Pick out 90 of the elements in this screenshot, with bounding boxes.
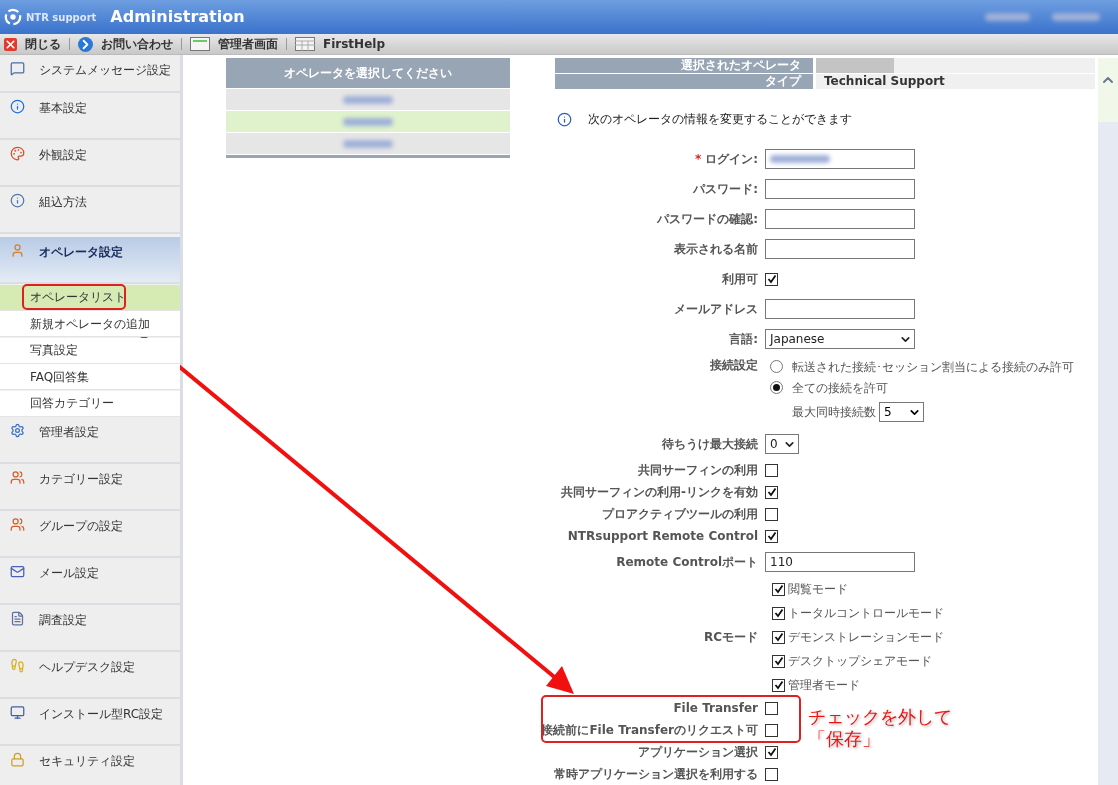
field-label: NTRsupport Remote Control <box>567 528 758 545</box>
text-field[interactable]: 110 <box>765 552 915 572</box>
checkbox-label: デモンストレーションモード <box>788 629 944 646</box>
app-title: Administration <box>110 6 245 28</box>
text-field[interactable] <box>765 149 915 169</box>
table-icon <box>295 37 315 51</box>
annotation-text: チェックを外して 「保存」 <box>808 706 952 750</box>
checkbox[interactable] <box>772 654 785 668</box>
sidebar-icon <box>10 563 25 579</box>
sidebar-icon <box>10 610 25 626</box>
text-field[interactable] <box>765 179 915 199</box>
checkbox[interactable] <box>772 582 785 596</box>
checkbox[interactable] <box>765 723 778 737</box>
field-label: プロアクティブツールの利用 <box>602 506 758 523</box>
sidebar-item[interactable]: オペレータ設定 <box>0 237 180 284</box>
select-field[interactable]: 5 <box>879 402 924 422</box>
field-label: パスワード: <box>693 181 758 198</box>
radio-label: 全ての接続を許可 <box>792 379 888 397</box>
checkbox[interactable] <box>765 463 778 477</box>
blurred-name <box>343 117 393 126</box>
select-field[interactable]: Japanese <box>765 329 915 349</box>
submenu-item[interactable]: 新規オペレータの追加 <box>0 311 180 337</box>
submenu-item[interactable]: オペレータリスト <box>0 284 180 311</box>
checkbox-label: デスクトップシェアモード <box>788 653 932 670</box>
radio-button[interactable] <box>770 381 783 394</box>
field-label: アプリケーション選択 <box>638 744 758 761</box>
sidebar-icon <box>10 99 25 114</box>
toolbar-button[interactable]: FirstHelp <box>295 35 385 53</box>
info-value: Technical Support <box>816 74 1095 89</box>
checkbox[interactable] <box>765 529 778 543</box>
text-field[interactable] <box>765 209 915 229</box>
window-icon <box>190 37 210 51</box>
checkbox[interactable] <box>765 485 778 499</box>
toolbar-button[interactable]: お問い合わせ <box>78 35 173 53</box>
field-label: 共同サーフィンの利用-リンクを有効 <box>561 484 758 501</box>
checkbox[interactable] <box>765 507 778 521</box>
submenu-item[interactable]: 写真設定 <box>0 337 180 364</box>
checkbox[interactable] <box>772 678 785 692</box>
text-field[interactable] <box>765 299 915 319</box>
info-label: 選択されたオペレータ <box>555 58 813 73</box>
field-label: Remote Controlポート <box>616 554 758 571</box>
checkbox-label: 閲覧モード <box>788 581 848 598</box>
sidebar-icon <box>10 193 25 208</box>
info-icon <box>557 111 572 127</box>
sidebar-icon <box>10 516 25 532</box>
text-field[interactable] <box>765 239 915 259</box>
field-label: メールアドレス <box>674 301 758 318</box>
toolbar-button[interactable]: 管理者画面 <box>190 35 278 53</box>
checkbox[interactable] <box>772 606 785 620</box>
blurred-name <box>343 139 393 148</box>
field-label: 接続設定 <box>710 357 758 374</box>
radio-button[interactable] <box>770 360 783 373</box>
sidebar-icon <box>10 422 25 438</box>
field-label: 利用可 <box>722 271 758 288</box>
submenu-item[interactable]: FAQ回答集 <box>0 364 180 390</box>
blurred-name <box>343 95 393 104</box>
checkbox-label: 管理者モード <box>788 677 860 694</box>
field-label: 言語: <box>729 331 758 348</box>
radio-label: 転送された接続･セッション割当による接続のみ許可 <box>792 358 1074 376</box>
logo-icon <box>4 8 22 26</box>
field-label: RCモード <box>703 629 758 646</box>
field-label: File Transfer <box>673 700 758 717</box>
field-label: 常時アプリケーション選択を利用する <box>554 766 758 783</box>
list-header: オペレータを選択してください <box>226 58 510 88</box>
sidebar-icon <box>10 146 25 161</box>
checkbox[interactable] <box>765 272 778 286</box>
logo-text: NTR support <box>26 10 97 25</box>
select-field[interactable]: 0 <box>765 434 799 454</box>
field-label: 待ちうけ最大接続 <box>662 436 758 453</box>
field-label: パスワードの確認: <box>657 211 758 228</box>
sidebar-icon <box>10 751 25 767</box>
checkbox[interactable] <box>765 767 778 781</box>
sidebar-icon <box>10 469 25 485</box>
field-label: 共同サーフィンの利用 <box>638 462 758 479</box>
sidebar-icon <box>10 243 25 258</box>
checkbox[interactable] <box>765 745 778 759</box>
sidebar-icon <box>10 61 25 76</box>
field-label: * ログイン: <box>694 151 758 168</box>
info-label: タイプ <box>555 74 813 89</box>
close-icon <box>4 37 17 51</box>
submenu-item[interactable]: 回答カテゴリー <box>0 390 180 417</box>
sidebar-icon <box>10 657 25 673</box>
field-label: 最大同時接続数 <box>792 404 876 421</box>
checkbox-label: トータルコントロールモード <box>788 605 944 622</box>
checkbox[interactable] <box>772 630 785 644</box>
sidebar-icon <box>10 704 25 720</box>
field-label: 表示される名前 <box>674 241 758 258</box>
info-message: 次のオペレータの情報を変更することができます <box>588 111 852 128</box>
toolbar-button[interactable]: 閉じる <box>4 35 61 53</box>
checkbox[interactable] <box>765 701 778 715</box>
